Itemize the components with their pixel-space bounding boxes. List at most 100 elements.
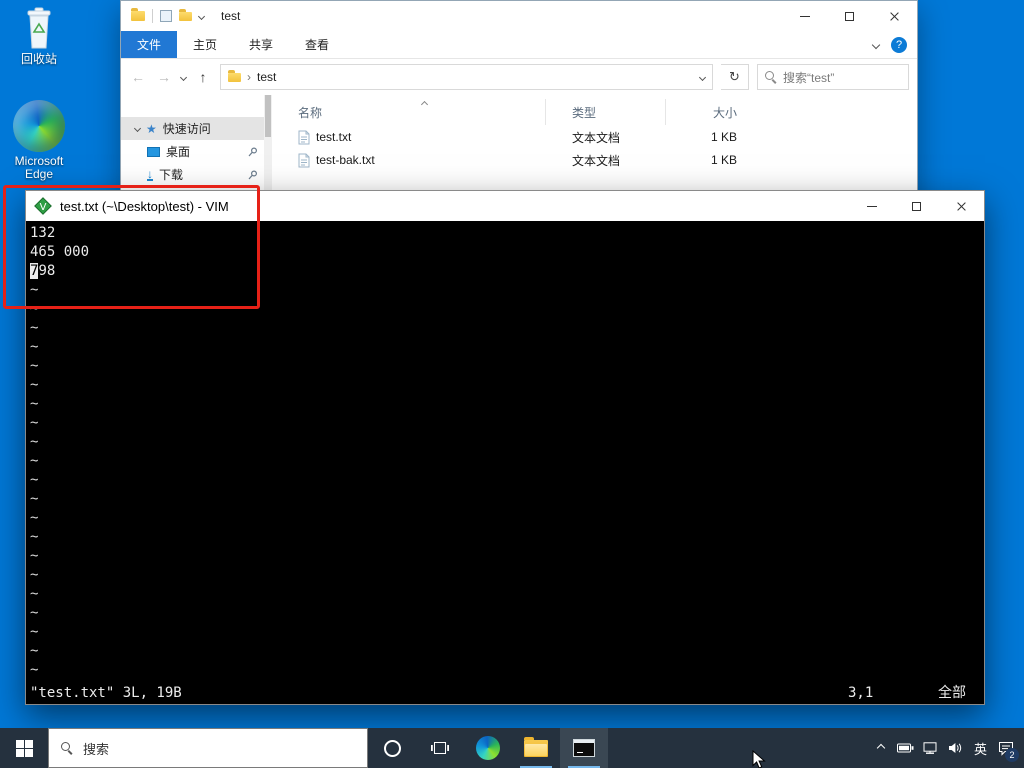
up-button[interactable]: ↑ <box>194 69 212 85</box>
qat-dropdown-icon[interactable] <box>198 12 205 19</box>
task-view-button[interactable] <box>416 728 464 768</box>
pin-icon <box>248 147 258 157</box>
taskbar-search-box[interactable]: 搜索 <box>48 728 368 768</box>
taskbar-edge-button[interactable] <box>464 728 512 768</box>
recycle-bin-desktop-icon[interactable]: 回收站 <box>0 6 78 66</box>
ribbon-expand-icon[interactable] <box>872 40 880 48</box>
breadcrumb-separator-icon: › <box>247 70 251 84</box>
tab-home[interactable]: 主页 <box>177 31 233 58</box>
action-center-button[interactable]: 2 <box>993 728 1018 768</box>
cortana-button[interactable] <box>368 728 416 768</box>
chevron-up-icon <box>876 744 884 752</box>
vim-statusbar: "test.txt" 3L, 19B 3,1 全部 <box>30 684 984 703</box>
console-window-icon <box>573 739 595 757</box>
vim-close-button[interactable] <box>939 191 984 221</box>
recycle-bin-icon <box>21 6 57 50</box>
scrollbar-thumb[interactable] <box>265 95 271 137</box>
quick-access-label: 快速访问 <box>163 120 211 137</box>
recycle-bin-label: 回收站 <box>21 53 57 66</box>
tab-view[interactable]: 查看 <box>289 31 345 58</box>
minimize-icon <box>800 16 810 17</box>
qat-new-folder-icon[interactable] <box>179 12 192 21</box>
address-dropdown-icon[interactable] <box>699 73 706 80</box>
vim-tilde-line: ~ <box>30 566 984 585</box>
explorer-search-box[interactable]: 搜索“test” <box>757 64 909 90</box>
sidebar-downloads-label: 下载 <box>159 166 183 183</box>
recent-locations-icon[interactable] <box>180 73 187 80</box>
vim-tilde-line: ~ <box>30 452 984 471</box>
column-header-size[interactable]: 大小 <box>666 99 749 125</box>
vim-tilde-line: ~ <box>30 661 984 680</box>
edge-logo-icon <box>13 100 65 152</box>
forward-button[interactable]: → <box>155 69 173 85</box>
taskbar: 搜索 <box>0 728 1024 768</box>
vim-minimize-button[interactable] <box>849 191 894 221</box>
ime-language-indicator[interactable]: 英 <box>968 728 993 768</box>
explorer-ribbon: 文件 主页 共享 查看 ? <box>121 31 917 59</box>
sort-ascending-icon <box>421 101 428 108</box>
maximize-icon <box>912 202 921 211</box>
file-size: 1 KB <box>666 149 749 171</box>
show-hidden-icons-button[interactable] <box>868 728 893 768</box>
notification-badge: 2 <box>1005 748 1019 762</box>
quick-access-star-icon: ★ <box>146 122 157 136</box>
explorer-app-icon <box>131 11 145 21</box>
text-document-icon <box>298 153 310 168</box>
text-document-icon <box>298 130 310 145</box>
help-icon[interactable]: ? <box>891 37 907 53</box>
volume-control[interactable] <box>943 728 968 768</box>
back-button[interactable]: ← <box>129 69 147 85</box>
taskbar-explorer-button[interactable] <box>512 728 560 768</box>
vim-tilde-line: ~ <box>30 604 984 623</box>
search-icon <box>61 742 73 754</box>
task-view-icon <box>431 740 449 756</box>
minimize-icon <box>867 206 877 207</box>
network-status[interactable] <box>918 728 943 768</box>
vim-tilde-line: ~ <box>30 547 984 566</box>
file-list-headers: 名称 类型 大小 <box>272 99 917 125</box>
explorer-titlebar[interactable]: test <box>121 1 917 31</box>
sidebar-item-downloads[interactable]: ↓ 下载 <box>121 163 264 186</box>
qat-divider <box>152 9 153 23</box>
vim-status-position: 3,1 <box>848 684 873 703</box>
taskbar-terminal-button[interactable] <box>560 728 608 768</box>
file-row-test-txt[interactable]: test.txt 文本文档 1 KB <box>272 126 917 148</box>
battery-icon <box>897 743 914 753</box>
explorer-minimize-button[interactable] <box>782 1 827 31</box>
vim-status-all: 全部 <box>938 684 966 703</box>
explorer-close-button[interactable] <box>872 1 917 31</box>
file-row-test-bak-txt[interactable]: test-bak.txt 文本文档 1 KB <box>272 149 917 171</box>
vim-tilde-line: ~ <box>30 395 984 414</box>
vim-status-file: "test.txt" 3L, 19B <box>30 685 182 701</box>
sidebar-item-desktop[interactable]: 桌面 <box>121 140 264 163</box>
taskbar-search-placeholder: 搜索 <box>83 739 109 758</box>
cortana-icon <box>384 740 401 757</box>
vim-tilde-line: ~ <box>30 623 984 642</box>
address-folder-icon <box>228 73 241 82</box>
vim-tilde-line: ~ <box>30 433 984 452</box>
system-tray: 英 2 <box>868 728 1024 768</box>
annotation-highlight-box <box>3 185 260 309</box>
close-icon <box>956 201 967 212</box>
explorer-maximize-button[interactable] <box>827 1 872 31</box>
vim-tilde-line: ~ <box>30 585 984 604</box>
refresh-button[interactable]: ↻ <box>721 64 749 90</box>
breadcrumb-path[interactable]: test <box>257 70 276 84</box>
address-bar[interactable]: › test <box>220 64 713 90</box>
tab-share[interactable]: 共享 <box>233 31 289 58</box>
vim-tilde-line: ~ <box>30 414 984 433</box>
vim-maximize-button[interactable] <box>894 191 939 221</box>
vim-tilde-line: ~ <box>30 338 984 357</box>
sidebar-item-quick-access[interactable]: ★ 快速访问 <box>121 117 264 140</box>
column-header-name[interactable]: 名称 <box>272 99 546 125</box>
battery-status[interactable] <box>893 728 918 768</box>
vim-tilde-column: ~~~~~~~~~~~~~~~~~~~~~ <box>30 281 984 680</box>
tab-file[interactable]: 文件 <box>121 31 177 58</box>
close-icon <box>889 11 900 22</box>
edge-desktop-icon[interactable]: Microsoft Edge <box>0 100 78 181</box>
start-button[interactable] <box>0 728 48 768</box>
column-header-type[interactable]: 类型 <box>546 99 666 125</box>
vim-tilde-line: ~ <box>30 376 984 395</box>
qat-properties-icon[interactable] <box>160 10 172 22</box>
quick-access-expand-icon[interactable] <box>134 125 141 132</box>
